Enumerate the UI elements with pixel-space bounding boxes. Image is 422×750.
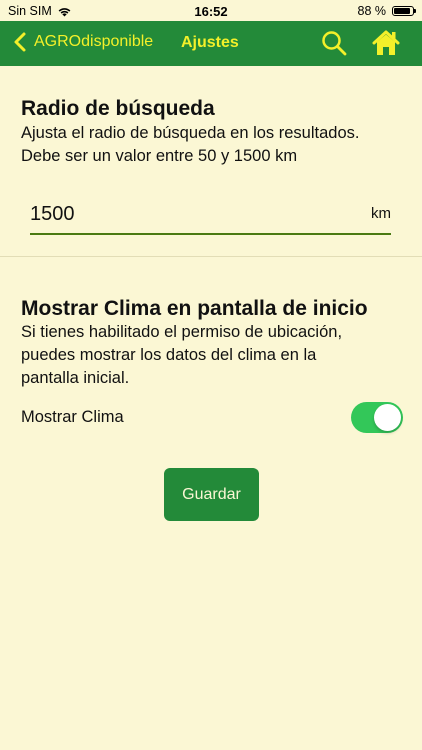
- section-divider: [0, 256, 422, 257]
- show-weather-toggle[interactable]: [351, 402, 403, 433]
- radius-field: km: [30, 199, 391, 235]
- radius-description-line-1: Ajusta el radio de búsqueda en los resul…: [21, 124, 360, 142]
- battery-fill: [394, 8, 410, 14]
- nav-bar: AGROdisponible Ajustes: [0, 21, 422, 66]
- weather-title: Mostrar Clima en pantalla de inicio: [21, 297, 368, 320]
- battery-icon: [392, 6, 416, 16]
- chevron-left-icon: [14, 32, 26, 52]
- page-title: Ajustes: [181, 34, 239, 51]
- radius-title: Radio de búsqueda: [21, 97, 215, 120]
- weather-description-line-2: puedes mostrar los datos del clima en la: [21, 346, 317, 364]
- battery-percent: 88 %: [357, 4, 387, 18]
- status-right: 88 %: [357, 4, 416, 18]
- home-icon[interactable]: [371, 28, 401, 58]
- weather-description-line-1: Si tienes habilitado el permiso de ubica…: [21, 323, 343, 341]
- back-label: AGROdisponible: [34, 33, 154, 50]
- back-button[interactable]: AGROdisponible: [12, 30, 153, 54]
- weather-description-line-3: pantalla inicial.: [21, 369, 130, 387]
- search-icon[interactable]: [320, 29, 348, 57]
- radius-unit: km: [371, 205, 391, 222]
- radius-description-line-2: Debe ser un valor entre 50 y 1500 km: [21, 147, 298, 165]
- save-button[interactable]: Guardar: [164, 468, 259, 521]
- radius-input[interactable]: [30, 199, 330, 229]
- status-bar: Sin SIM 16:52 88 %: [0, 0, 422, 21]
- toggle-knob: [374, 404, 401, 431]
- toggle-label: Mostrar Clima: [21, 408, 124, 426]
